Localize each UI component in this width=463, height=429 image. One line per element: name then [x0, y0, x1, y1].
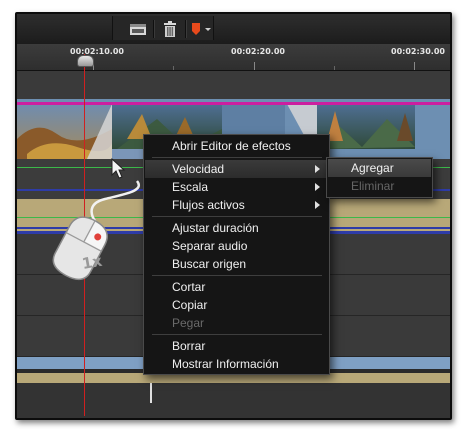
- menu-item-buscar-origen[interactable]: Buscar origen: [145, 255, 328, 273]
- clip-context-menu: Abrir Editor de efectos Velocidad Escala…: [143, 134, 330, 375]
- toolbar-button-group: [112, 16, 214, 40]
- ruler-tick: [414, 62, 415, 70]
- menu-separator: [152, 275, 322, 276]
- playhead-handle[interactable]: [77, 55, 94, 67]
- submenu-arrow-icon: [315, 165, 320, 173]
- ruler-tick: [334, 66, 335, 70]
- velocidad-submenu: Agregar Eliminar: [326, 157, 433, 198]
- menu-item-mostrar-informacion[interactable]: Mostrar Información: [145, 355, 328, 373]
- trash-icon[interactable]: [159, 19, 181, 39]
- marker-line: [150, 383, 152, 403]
- ruler-tick: [254, 62, 255, 70]
- menu-item-copiar[interactable]: Copiar: [145, 296, 328, 314]
- menu-item-flujos-activos[interactable]: Flujos activos: [145, 196, 328, 214]
- menu-separator: [152, 216, 322, 217]
- ruler-tick: [173, 66, 174, 70]
- submenu-item-agregar[interactable]: Agregar: [328, 159, 431, 177]
- dropdown-arrow-icon[interactable]: [203, 19, 213, 39]
- mouse-cursor-icon: [111, 158, 126, 179]
- menu-item-cortar[interactable]: Cortar: [145, 278, 328, 296]
- timecode-label: 00:02:30.00: [391, 47, 445, 56]
- menu-separator: [152, 334, 322, 335]
- click-count-label: 1x: [81, 252, 104, 273]
- menu-item-abrir-editor-efectos[interactable]: Abrir Editor de efectos: [145, 137, 328, 155]
- menu-item-pegar: Pegar: [172, 316, 205, 330]
- timecode-label: 00:02:20.00: [231, 47, 285, 56]
- empty-track[interactable]: [17, 71, 450, 100]
- menu-item-ajustar-duracion[interactable]: Ajustar duración: [145, 219, 328, 237]
- storyboard-icon[interactable]: [127, 19, 149, 39]
- menu-item-velocidad[interactable]: Velocidad: [145, 160, 328, 178]
- menu-separator: [152, 157, 322, 158]
- menu-item-borrar[interactable]: Borrar: [145, 337, 328, 355]
- menu-item-escala[interactable]: Escala: [145, 178, 328, 196]
- empty-track[interactable]: [17, 383, 450, 418]
- marker-icon[interactable]: [189, 19, 203, 39]
- submenu-item-eliminar: Eliminar: [351, 179, 395, 193]
- submenu-arrow-icon: [315, 183, 320, 191]
- menu-item-separar-audio[interactable]: Separar audio: [145, 237, 328, 255]
- toolbar-divider: [153, 20, 155, 38]
- timecode-label: 00:02:10.00: [70, 47, 124, 56]
- submenu-arrow-icon: [315, 201, 320, 209]
- toolbar-divider: [185, 20, 187, 38]
- timeline-toolbar: [17, 14, 450, 45]
